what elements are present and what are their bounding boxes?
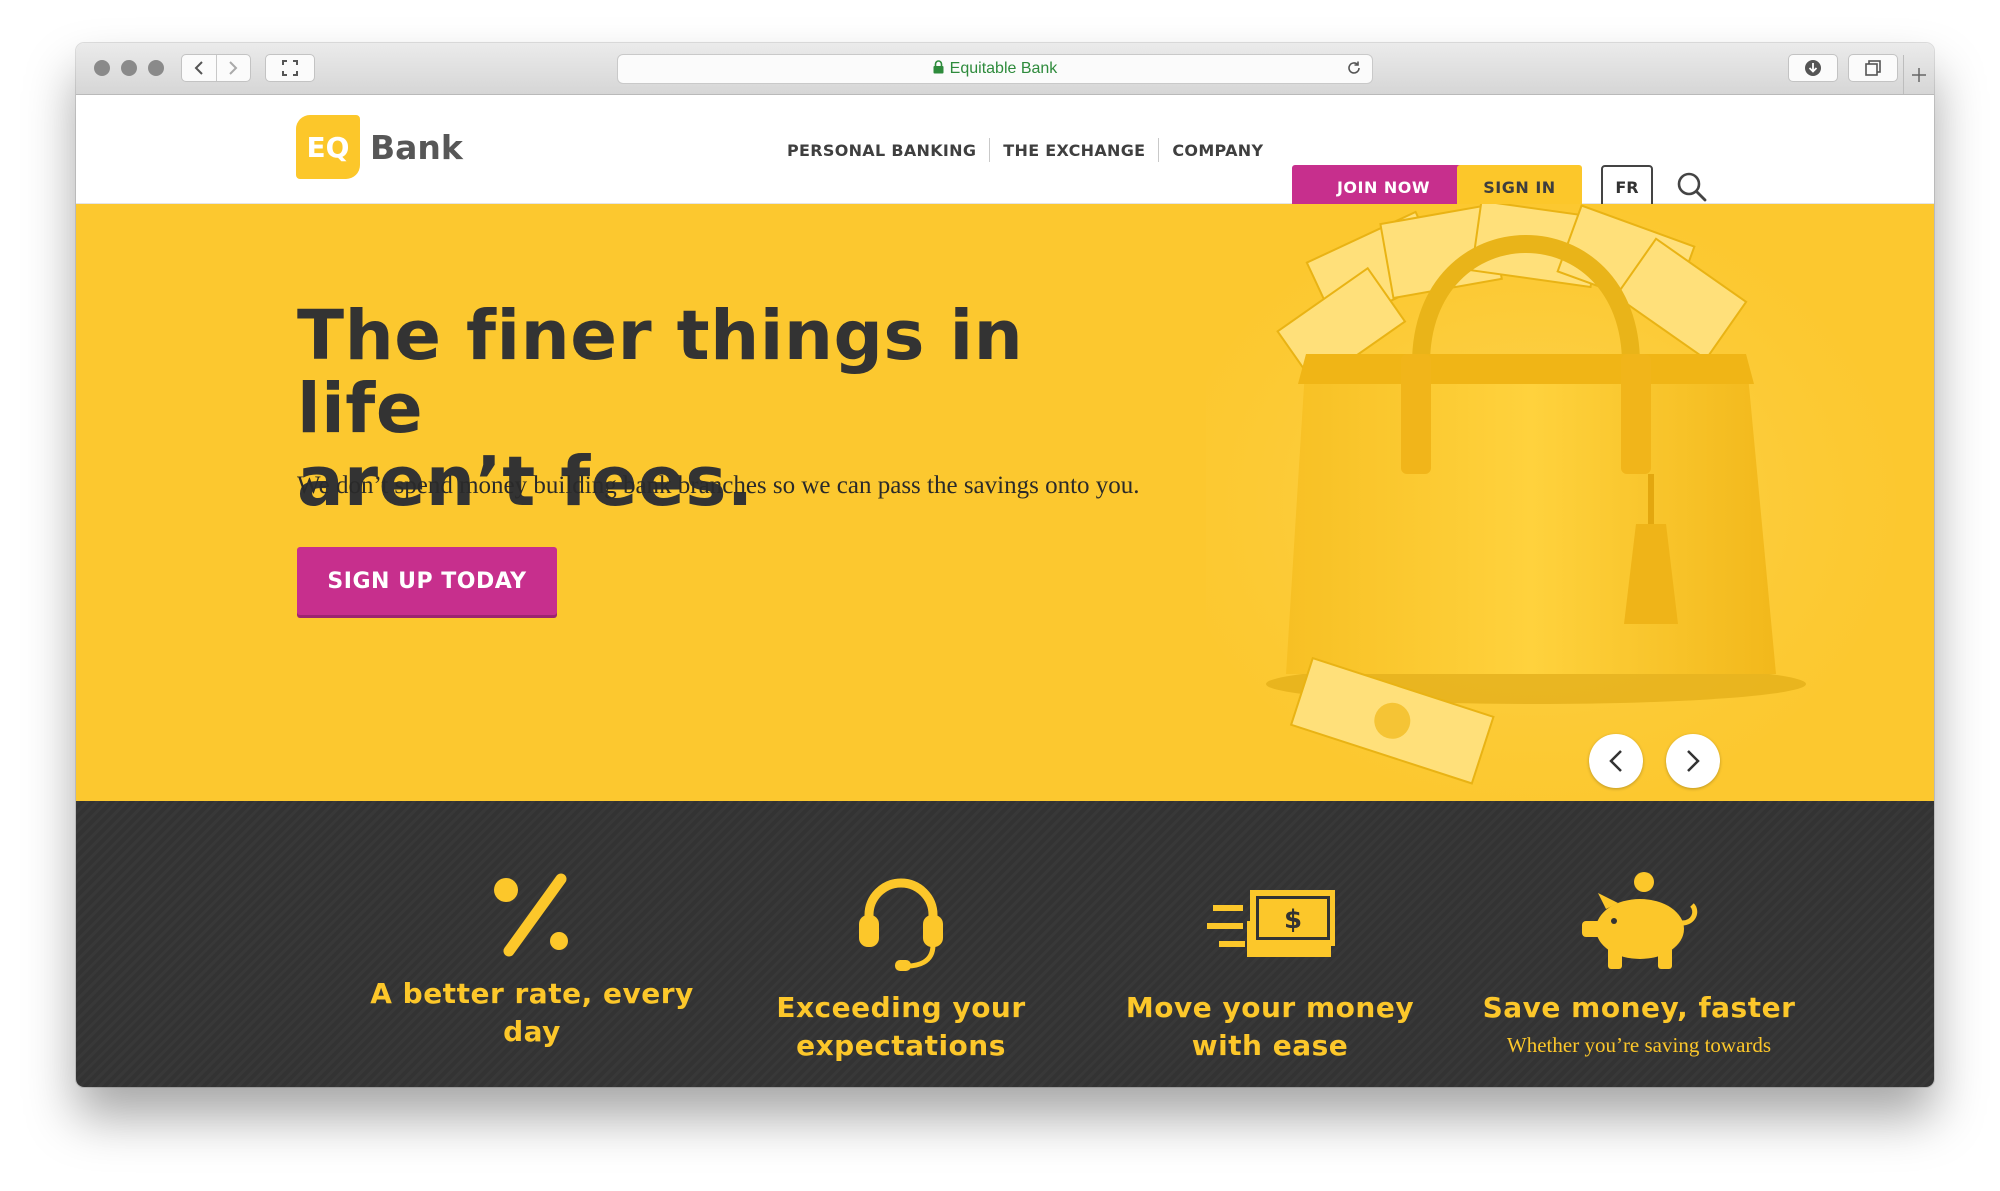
zoom-window-button[interactable] [148, 60, 164, 76]
handbag-with-money-image [1206, 204, 1896, 801]
join-now-button[interactable]: JOIN NOW [1292, 165, 1475, 209]
logo-mark: EQ [296, 115, 360, 179]
feature-move-money: $ Move your money with ease [1105, 871, 1435, 1065]
hero-subtitle: We don’t spend money building bank branc… [297, 472, 1140, 499]
hero-title-line-1: The finer things in life [297, 296, 1024, 449]
feature-title-line-2: day [503, 1015, 561, 1048]
fullscreen-icon [282, 60, 298, 76]
feature-title-line-2: with ease [1191, 1029, 1349, 1062]
headset-icon [859, 878, 943, 971]
piggy-bank-icon [1582, 872, 1698, 969]
site-header: EQ Bank PERSONAL BANKING THE EXCHANGE CO… [76, 95, 1934, 209]
search-icon[interactable] [1676, 171, 1708, 203]
feature-expectations: Exceeding your expectations [736, 871, 1066, 1065]
feature-title-line-1: Save money, faster [1482, 991, 1796, 1024]
page-title: Equitable Bank [949, 60, 1058, 77]
history-nav [181, 54, 251, 82]
svg-text:$: $ [1284, 905, 1302, 935]
feature-title-line-2: expectations [796, 1029, 1006, 1062]
download-icon [1805, 60, 1821, 76]
plus-icon [1912, 67, 1926, 82]
lock-icon [933, 59, 944, 79]
nav-personal-banking[interactable]: PERSONAL BANKING [787, 141, 976, 160]
logo-word: Bank [370, 127, 463, 167]
feature-title-line-1: A better rate, every [370, 977, 694, 1010]
main-nav: PERSONAL BANKING THE EXCHANGE COMPANY [787, 138, 1263, 162]
feature-title-line-1: Move your money [1125, 991, 1415, 1024]
new-tab-button[interactable] [1903, 55, 1934, 94]
money-transfer-icon: $ [1207, 890, 1335, 957]
reload-icon[interactable] [1346, 60, 1362, 81]
forward-button[interactable] [217, 55, 251, 81]
chevron-left-icon [194, 61, 203, 75]
tabs-overview-button[interactable] [1848, 54, 1898, 82]
nav-divider [1158, 138, 1160, 162]
sign-in-button[interactable]: SIGN IN [1457, 165, 1582, 209]
feature-title-line-1: Exceeding your [776, 991, 1026, 1024]
carousel-next-button[interactable] [1666, 734, 1720, 788]
feature-save-money: Save money, faster Whether you’re saving… [1474, 871, 1804, 1058]
feature-better-rate: A better rate, every day [367, 871, 697, 1051]
carousel-prev-button[interactable] [1589, 734, 1643, 788]
browser-window: Equitable Bank EQ Bank PERSONAL BANKING … [76, 43, 1934, 1087]
language-fr-button[interactable]: FR [1601, 165, 1653, 209]
hero-banner: The finer things in life aren’t fees. We… [76, 204, 1934, 801]
chevron-left-icon [1609, 750, 1622, 772]
address-bar[interactable]: Equitable Bank [617, 54, 1373, 84]
tabs-icon [1865, 60, 1881, 76]
nav-the-exchange[interactable]: THE EXCHANGE [1003, 141, 1145, 160]
browser-toolbar: Equitable Bank [76, 43, 1934, 95]
eq-bank-logo[interactable]: EQ Bank [296, 115, 463, 179]
feature-description: Whether you’re saving towards [1506, 1033, 1772, 1057]
percent-icon [494, 873, 568, 957]
chevron-right-icon [229, 61, 238, 75]
minimize-window-button[interactable] [121, 60, 137, 76]
nav-company[interactable]: COMPANY [1172, 141, 1263, 160]
sign-up-today-button[interactable]: SIGN UP TODAY [297, 547, 557, 615]
downloads-button[interactable] [1788, 54, 1838, 82]
features-section: A better rate, every day Exceeding your ex… [76, 801, 1934, 1087]
back-button[interactable] [182, 55, 217, 81]
sidebar-toggle-button[interactable] [265, 54, 315, 82]
nav-divider [989, 138, 991, 162]
chevron-right-icon [1687, 750, 1700, 772]
close-window-button[interactable] [94, 60, 110, 76]
